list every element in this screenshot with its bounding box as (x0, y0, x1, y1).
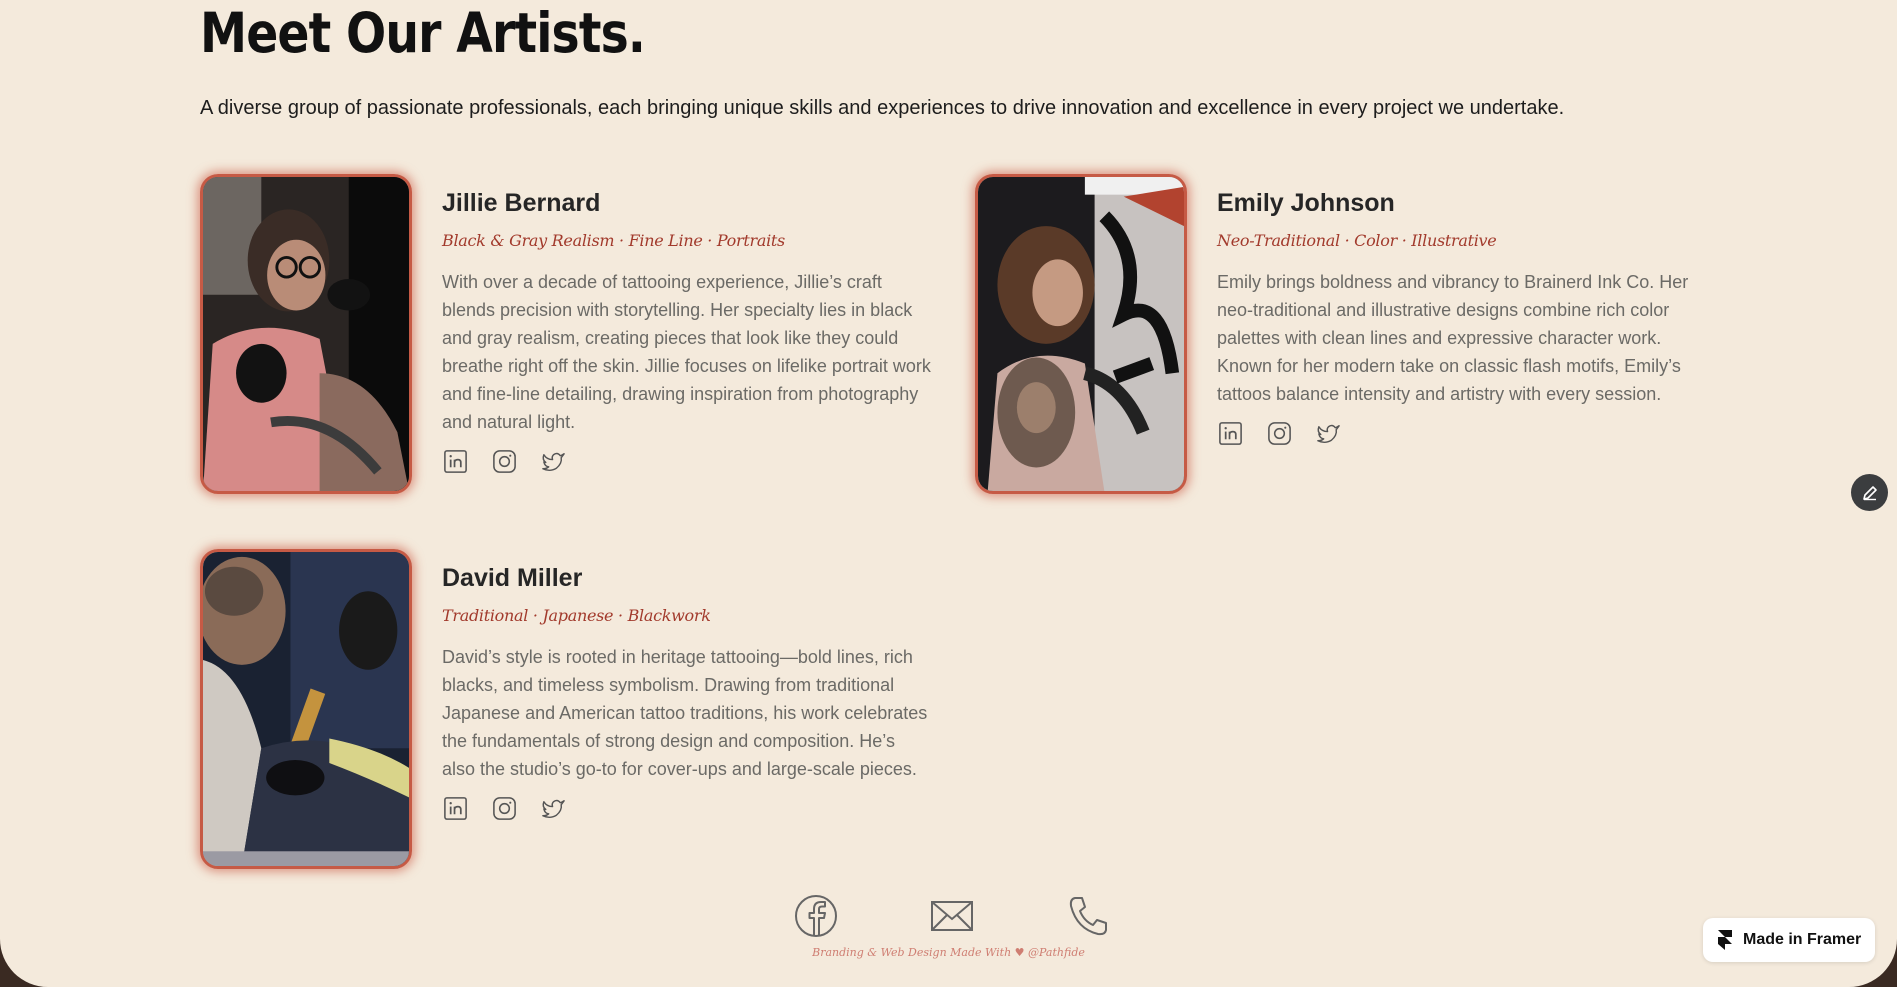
page-title: Meet Our Artists. (200, 1, 646, 65)
framer-logo-icon (1718, 930, 1732, 950)
social-links (442, 795, 932, 822)
twitter-icon[interactable] (540, 448, 567, 475)
artist-card-david: David Miller Traditional · Japanese · Bl… (200, 549, 927, 879)
artist-bio: With over a decade of tattooing experien… (442, 272, 931, 432)
linkedin-icon[interactable] (442, 448, 469, 475)
artist-styles: Black & Gray Realism · Fine Line · Portr… (442, 231, 785, 250)
linkedin-icon[interactable] (1217, 420, 1244, 447)
mail-icon[interactable] (929, 893, 975, 939)
footer-credit: Branding & Web Design Made With ♥ @Pathf… (812, 946, 1085, 959)
linkedin-icon[interactable] (442, 795, 469, 822)
artist-photo (200, 174, 412, 494)
badge-label: Made in Framer (1743, 931, 1862, 948)
artist-card-jillie: Jillie Bernard Black & Gray Realism · Fi… (200, 174, 931, 504)
twitter-icon[interactable] (540, 795, 567, 822)
twitter-icon[interactable] (1315, 420, 1342, 447)
footer-contact-icons (793, 893, 1111, 939)
artist-name: David Miller (442, 564, 583, 592)
artist-photo (975, 174, 1187, 494)
phone-icon[interactable] (1065, 893, 1111, 939)
social-links (442, 448, 932, 475)
page-subtitle: A diverse group of passionate profession… (200, 97, 1565, 119)
artist-photo (200, 549, 412, 869)
social-links (1217, 420, 1707, 447)
artist-styles: Traditional · Japanese · Blackwork (442, 606, 711, 625)
artist-name: Jillie Bernard (442, 189, 601, 217)
artist-info: Emily Johnson Neo-Traditional · Color · … (1217, 188, 1707, 447)
edit-pencil-button[interactable] (1851, 474, 1888, 511)
artist-bio: Emily brings boldness and vibrancy to Br… (1217, 272, 1689, 404)
instagram-icon[interactable] (1266, 420, 1293, 447)
artist-info: Jillie Bernard Black & Gray Realism · Fi… (442, 188, 932, 475)
artist-styles: Neo-Traditional · Color · Illustrative (1217, 231, 1497, 250)
instagram-icon[interactable] (491, 795, 518, 822)
artist-name: Emily Johnson (1217, 189, 1395, 217)
artist-info: David Miller Traditional · Japanese · Bl… (442, 563, 932, 822)
artist-card-emily: Emily Johnson Neo-Traditional · Color · … (975, 174, 1695, 504)
page: Meet Our Artists. A diverse group of pas… (0, 0, 1897, 987)
artist-bio: David’s style is rooted in heritage tatt… (442, 647, 928, 779)
facebook-icon[interactable] (793, 893, 839, 939)
made-in-framer-badge[interactable]: Made in Framer (1703, 918, 1875, 962)
instagram-icon[interactable] (491, 448, 518, 475)
pencil-icon (1862, 485, 1877, 500)
